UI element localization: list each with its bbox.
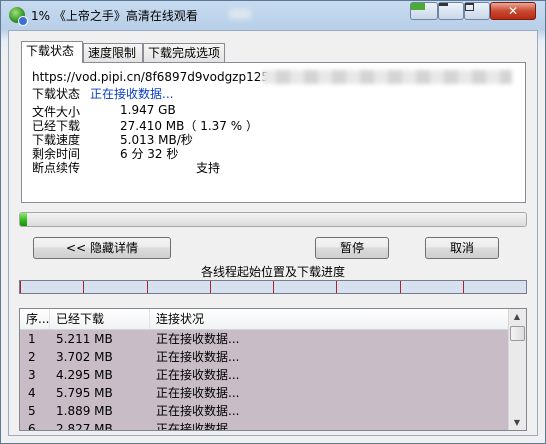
minimize-icon <box>439 3 448 6</box>
download-window: 1% 《上帝之手》高清在线观看 ✕ 下载状态 速度限制 下载完成选项 https… <box>0 0 546 444</box>
list-rows: 1 5.211 MB 正在接收数据... 2 3.702 MB 正在接收数据... 3 4.2… <box>20 330 509 431</box>
tray-icon <box>411 3 425 10</box>
row-connection-state: 正在接收数据... <box>156 368 240 382</box>
tab-speed-limit[interactable]: 速度限制 <box>83 43 143 62</box>
scroll-thumb[interactable] <box>510 326 525 341</box>
size-value: 1.947 GB <box>120 103 176 117</box>
tab-finish-options[interactable]: 下载完成选项 <box>143 43 225 62</box>
row-downloaded: 3.702 MB <box>56 350 113 364</box>
thread-marker <box>273 281 274 293</box>
connections-list[interactable]: 序... 已经下载 连接状况 1 5.211 MB 正在接收数据... 2 3.702 … <box>19 308 527 431</box>
download-progress-bar <box>19 212 527 227</box>
resume-label: 断点续传 <box>32 161 81 175</box>
minimize-button[interactable] <box>438 2 464 20</box>
row-connection-state: 正在接收数据... <box>156 386 240 400</box>
row-connection-state: 正在接收数据... <box>156 404 240 418</box>
row-connection-state: 正在接收数据... <box>156 332 240 346</box>
row-index: 1 <box>28 332 36 346</box>
col-header-downloaded[interactable]: 已经下载 <box>50 309 150 329</box>
row-index: 3 <box>28 368 36 382</box>
client-area: 下载状态 速度限制 下载完成选项 https://vod.pipi.cn/8f6… <box>8 30 538 436</box>
hide-details-button[interactable]: << 隐藏详情 <box>33 237 171 259</box>
row-index: 4 <box>28 386 36 400</box>
row-downloaded: 1.889 MB <box>56 404 113 418</box>
app-icon <box>9 7 28 26</box>
cancel-button[interactable]: 取消 <box>425 237 499 259</box>
redacted-url-part <box>262 70 512 84</box>
state-label: 下载状态 <box>32 87 81 101</box>
row-downloaded: 5.211 MB <box>56 332 113 346</box>
status-panel: https://vod.pipi.cn/8f6897d9vodgzp125 下载… <box>21 62 526 203</box>
threads-progress-bar <box>19 280 527 294</box>
download-progress-fill <box>20 213 27 226</box>
table-row[interactable]: 1 5.211 MB 正在接收数据... <box>20 330 509 348</box>
maximize-button[interactable] <box>464 2 490 20</box>
list-scrollbar[interactable]: ▲ ▼ <box>508 309 526 430</box>
row-index: 6 <box>28 422 36 431</box>
row-downloaded: 5.795 MB <box>56 386 113 400</box>
threads-label: 各线程起始位置及下载进度 <box>200 265 345 279</box>
state-value: 正在接收数据... <box>90 87 174 101</box>
window-title: 1% 《上帝之手》高清在线观看 <box>31 9 198 23</box>
row-index: 5 <box>28 404 36 418</box>
row-index: 2 <box>28 350 36 364</box>
download-url: https://vod.pipi.cn/8f6897d9vodgzp125 <box>32 70 269 84</box>
thread-marker <box>20 281 21 293</box>
scroll-up-icon[interactable]: ▲ <box>510 309 524 324</box>
thread-marker <box>83 281 85 293</box>
thread-marker <box>462 281 464 293</box>
state-row: 下载状态 正在接收数据... <box>32 85 173 102</box>
close-button[interactable]: ✕ <box>490 2 536 20</box>
pause-button[interactable]: 暂停 <box>315 237 389 259</box>
col-header-connection[interactable]: 连接状况 <box>150 309 509 329</box>
title-bar[interactable]: 1% 《上帝之手》高清在线观看 ✕ <box>1 1 545 29</box>
list-header: 序... 已经下载 连接状况 <box>20 309 509 330</box>
row-connection-state: 正在接收数据... <box>156 422 240 431</box>
table-row[interactable]: 4 5.795 MB 正在接收数据... <box>20 384 509 402</box>
table-row[interactable]: 2 3.702 MB 正在接收数据... <box>20 348 509 366</box>
table-row[interactable]: 3 4.295 MB 正在接收数据... <box>20 366 509 384</box>
scroll-down-icon[interactable]: ▼ <box>510 415 524 430</box>
maximize-icon <box>465 3 474 11</box>
thread-marker <box>146 281 148 293</box>
row-downloaded: 4.295 MB <box>56 368 113 382</box>
table-row[interactable]: 6 2.827 MB 正在接收数据... <box>20 420 509 431</box>
row-connection-state: 正在接收数据... <box>156 350 240 364</box>
tab-download-status[interactable]: 下载状态 <box>21 41 83 63</box>
thread-marker <box>336 281 338 293</box>
close-icon: ✕ <box>507 4 519 18</box>
thread-marker <box>399 281 401 293</box>
thread-marker <box>209 281 211 293</box>
row-downloaded: 2.827 MB <box>56 422 113 431</box>
resume-value: 支持 <box>196 161 221 175</box>
remaining-value: 6 分 32 秒 <box>120 147 179 161</box>
tray-button[interactable] <box>410 2 438 20</box>
table-row[interactable]: 5 1.889 MB 正在接收数据... <box>20 402 509 420</box>
col-header-index[interactable]: 序... <box>20 309 50 329</box>
redacted-title-part <box>229 9 251 19</box>
